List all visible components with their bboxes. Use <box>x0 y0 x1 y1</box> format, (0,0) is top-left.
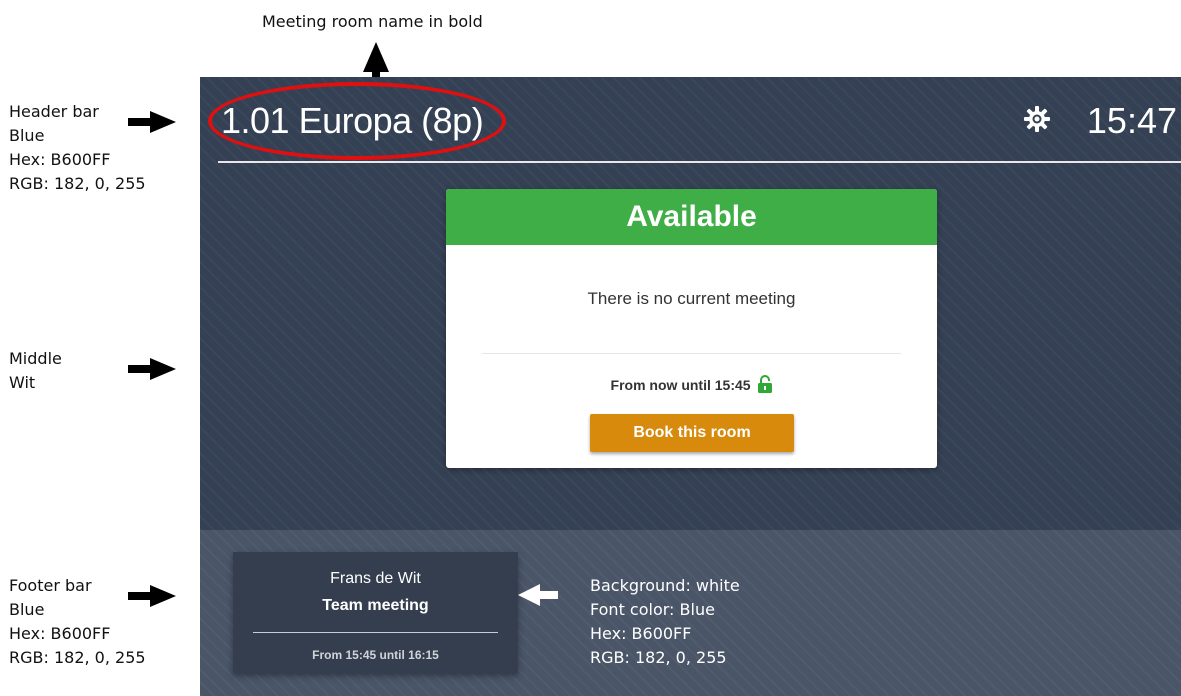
annotation-header-note: Header bar Blue Hex: B600FF RGB: 182, 0,… <box>9 102 146 193</box>
annotation-middle-note: Middle Wit <box>9 349 62 392</box>
arrow-right-icon <box>128 358 178 380</box>
annotation-room-name-note: Meeting room name in bold <box>262 12 483 31</box>
availability-time: From now until 15:45 <box>446 375 937 393</box>
arrow-right-icon <box>128 585 178 607</box>
gear-icon[interactable] <box>1023 105 1051 133</box>
header-divider <box>218 161 1181 163</box>
panel-divider <box>482 353 901 354</box>
meeting-title: Team meeting <box>322 597 429 614</box>
status-title: Available <box>446 189 937 245</box>
current-meeting-message: There is no current meeting <box>587 289 796 308</box>
unlocked-padlock-icon <box>758 375 773 393</box>
clock: 15:47 <box>1086 100 1177 141</box>
book-room-button[interactable]: Book this room <box>590 414 794 452</box>
availability-panel: Available There is no current meeting Fr… <box>446 189 937 468</box>
header-bar: 1.01 Europa (8p) 15:47 <box>200 77 1181 163</box>
arrow-right-icon <box>128 111 178 133</box>
annotation-card-note: Background: white Font color: Blue Hex: … <box>590 576 740 667</box>
annotation-footer-note: Footer bar Blue Hex: B600FF RGB: 182, 0,… <box>9 576 146 667</box>
meeting-time: From 15:45 until 16:15 <box>312 648 439 662</box>
meeting-organizer: Frans de Wit <box>330 570 421 587</box>
room-name: 1.01 Europa (8p) <box>221 100 484 141</box>
arrow-left-icon <box>518 584 558 606</box>
meeting-divider <box>253 632 498 633</box>
availability-text: From now until 15:45 <box>610 377 751 393</box>
next-meeting-card[interactable]: Frans de Wit Team meeting From 15:45 unt… <box>233 552 518 673</box>
